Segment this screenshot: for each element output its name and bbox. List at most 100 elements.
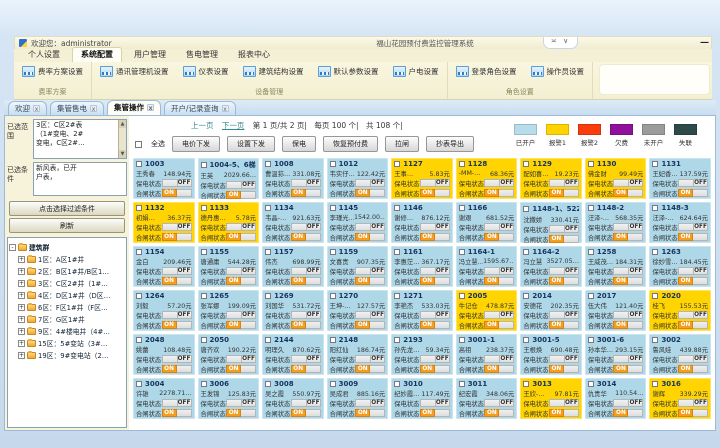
card-checkbox[interactable] (265, 205, 271, 211)
switch-state-toggle[interactable]: ON (549, 235, 579, 243)
ribbon-button-0-0[interactable]: 费率方案设置 (20, 65, 85, 78)
tree-root[interactable]: -建筑群 (9, 241, 125, 253)
keep-power-toggle[interactable]: OFF (355, 179, 385, 187)
keep-power-toggle[interactable]: OFF (484, 311, 514, 319)
switch-state-toggle[interactable]: ON (613, 365, 643, 373)
card-checkbox[interactable] (459, 249, 465, 255)
menu-item-0[interactable]: 个人设置 (20, 48, 68, 62)
card-checkbox[interactable] (201, 337, 207, 343)
ribbon-button-1-3[interactable]: 默认参数设置 (316, 65, 381, 78)
card-checkbox[interactable] (523, 161, 529, 167)
switch-state-toggle[interactable]: ON (355, 365, 385, 373)
switch-state-toggle[interactable]: ON (355, 277, 385, 285)
tree-item-7[interactable]: +15区：5#变站（3#… (9, 337, 125, 349)
card-checkbox[interactable] (588, 381, 594, 387)
ribbon-button-1-4[interactable]: 户电设置 (391, 65, 441, 78)
switch-state-toggle[interactable]: ON (162, 321, 192, 329)
switch-state-toggle[interactable]: ON (613, 409, 643, 417)
card-checkbox[interactable] (588, 161, 594, 167)
keep-power-toggle[interactable]: OFF (355, 267, 385, 275)
keep-power-toggle[interactable]: OFF (291, 267, 321, 275)
expand-icon[interactable]: + (18, 328, 25, 335)
switch-state-toggle[interactable]: ON (484, 189, 514, 197)
switch-state-toggle[interactable]: ON (678, 321, 708, 329)
toolbar-button-3[interactable]: 恢复预付费 (323, 136, 378, 152)
switch-state-toggle[interactable]: ON (420, 365, 450, 373)
card-checkbox[interactable] (394, 293, 400, 299)
keep-power-toggle[interactable]: OFF (162, 267, 192, 275)
tab-close-icon[interactable]: x (90, 105, 97, 112)
tree-item-1[interactable]: +2区：B区1#井/B区1… (9, 265, 125, 277)
card-checkbox[interactable] (330, 161, 336, 167)
switch-state-toggle[interactable]: ON (613, 321, 643, 329)
ribbon-button-1-2[interactable]: 建筑结构设置 (241, 65, 306, 78)
switch-state-toggle[interactable]: ON (613, 189, 643, 197)
tab-2[interactable]: 集管操作x (107, 100, 161, 115)
card-checkbox[interactable] (330, 381, 336, 387)
card-checkbox[interactable] (652, 205, 658, 211)
filter-button[interactable]: 点击选择过滤条件 (9, 201, 125, 216)
tree-item-3[interactable]: +4区：D区1#井（D区… (9, 289, 125, 301)
card-checkbox[interactable] (136, 205, 142, 211)
refresh-button[interactable]: 刷新 (9, 218, 125, 233)
keep-power-toggle[interactable]: OFF (162, 179, 192, 187)
card-checkbox[interactable] (459, 293, 465, 299)
keep-power-toggle[interactable]: OFF (549, 179, 579, 187)
scope-listbox[interactable]: 3区：C区2#表（1#变电、2#变电，C区2#… ▲ ▼ (33, 119, 127, 159)
toolbar-button-4[interactable]: 拉闸 (385, 136, 419, 152)
tree-item-8[interactable]: +19区：9#变电站（2… (9, 349, 125, 361)
switch-state-toggle[interactable]: ON (226, 191, 256, 199)
switch-state-toggle[interactable]: ON (226, 233, 256, 241)
keep-power-toggle[interactable]: OFF (226, 311, 256, 319)
tab-close-icon[interactable]: x (33, 105, 40, 112)
card-checkbox[interactable] (652, 249, 658, 255)
ribbon-button-1-1[interactable]: 仪表设置 (181, 65, 231, 78)
ribbon-collapse-button[interactable]: ≍ ∨ (543, 37, 578, 49)
keep-power-toggle[interactable]: OFF (549, 267, 579, 275)
card-checkbox[interactable] (201, 381, 207, 387)
keep-power-toggle[interactable]: OFF (291, 311, 321, 319)
keep-power-toggle[interactable]: OFF (162, 399, 192, 407)
switch-state-toggle[interactable]: ON (484, 409, 514, 417)
keep-power-toggle[interactable]: OFF (678, 223, 708, 231)
keep-power-toggle[interactable]: OFF (484, 179, 514, 187)
keep-power-toggle[interactable]: OFF (355, 223, 385, 231)
tree-item-2[interactable]: +3区：C区2#井（1#… (9, 277, 125, 289)
toolbar-button-1[interactable]: 设置下发 (227, 136, 275, 152)
keep-power-toggle[interactable]: OFF (678, 399, 708, 407)
switch-state-toggle[interactable]: ON (678, 277, 708, 285)
card-checkbox[interactable] (652, 381, 658, 387)
card-checkbox[interactable] (265, 161, 271, 167)
card-checkbox[interactable] (330, 293, 336, 299)
keep-power-toggle[interactable]: OFF (484, 223, 514, 231)
card-checkbox[interactable] (136, 161, 142, 167)
tree-item-4[interactable]: +6区：F区1#井（F区… (9, 301, 125, 313)
menu-item-2[interactable]: 用户管理 (126, 48, 174, 62)
switch-state-toggle[interactable]: ON (549, 277, 579, 285)
menu-item-4[interactable]: 报表中心 (230, 48, 278, 62)
card-checkbox[interactable] (136, 293, 142, 299)
prev-page-link[interactable]: 上一页 (191, 121, 214, 130)
switch-state-toggle[interactable]: ON (226, 277, 256, 285)
switch-state-toggle[interactable]: ON (226, 409, 256, 417)
switch-state-toggle[interactable]: ON (291, 365, 321, 373)
keep-power-toggle[interactable]: OFF (420, 355, 450, 363)
card-checkbox[interactable] (265, 337, 271, 343)
switch-state-toggle[interactable]: ON (484, 277, 514, 285)
card-checkbox[interactable] (136, 337, 142, 343)
card-checkbox[interactable] (330, 249, 336, 255)
expand-icon[interactable]: + (18, 340, 25, 347)
keep-power-toggle[interactable]: OFF (549, 355, 579, 363)
keep-power-toggle[interactable]: OFF (226, 181, 256, 189)
switch-state-toggle[interactable]: ON (678, 365, 708, 373)
keep-power-toggle[interactable]: OFF (484, 399, 514, 407)
keep-power-toggle[interactable]: OFF (613, 355, 643, 363)
scroll-up-icon[interactable]: ▲ (119, 120, 126, 128)
keep-power-toggle[interactable]: OFF (420, 311, 450, 319)
keep-power-toggle[interactable]: OFF (355, 355, 385, 363)
keep-power-toggle[interactable]: OFF (420, 267, 450, 275)
keep-power-toggle[interactable]: OFF (226, 355, 256, 363)
keep-power-toggle[interactable]: OFF (162, 223, 192, 231)
switch-state-toggle[interactable]: ON (162, 189, 192, 197)
keep-power-toggle[interactable]: OFF (291, 223, 321, 231)
